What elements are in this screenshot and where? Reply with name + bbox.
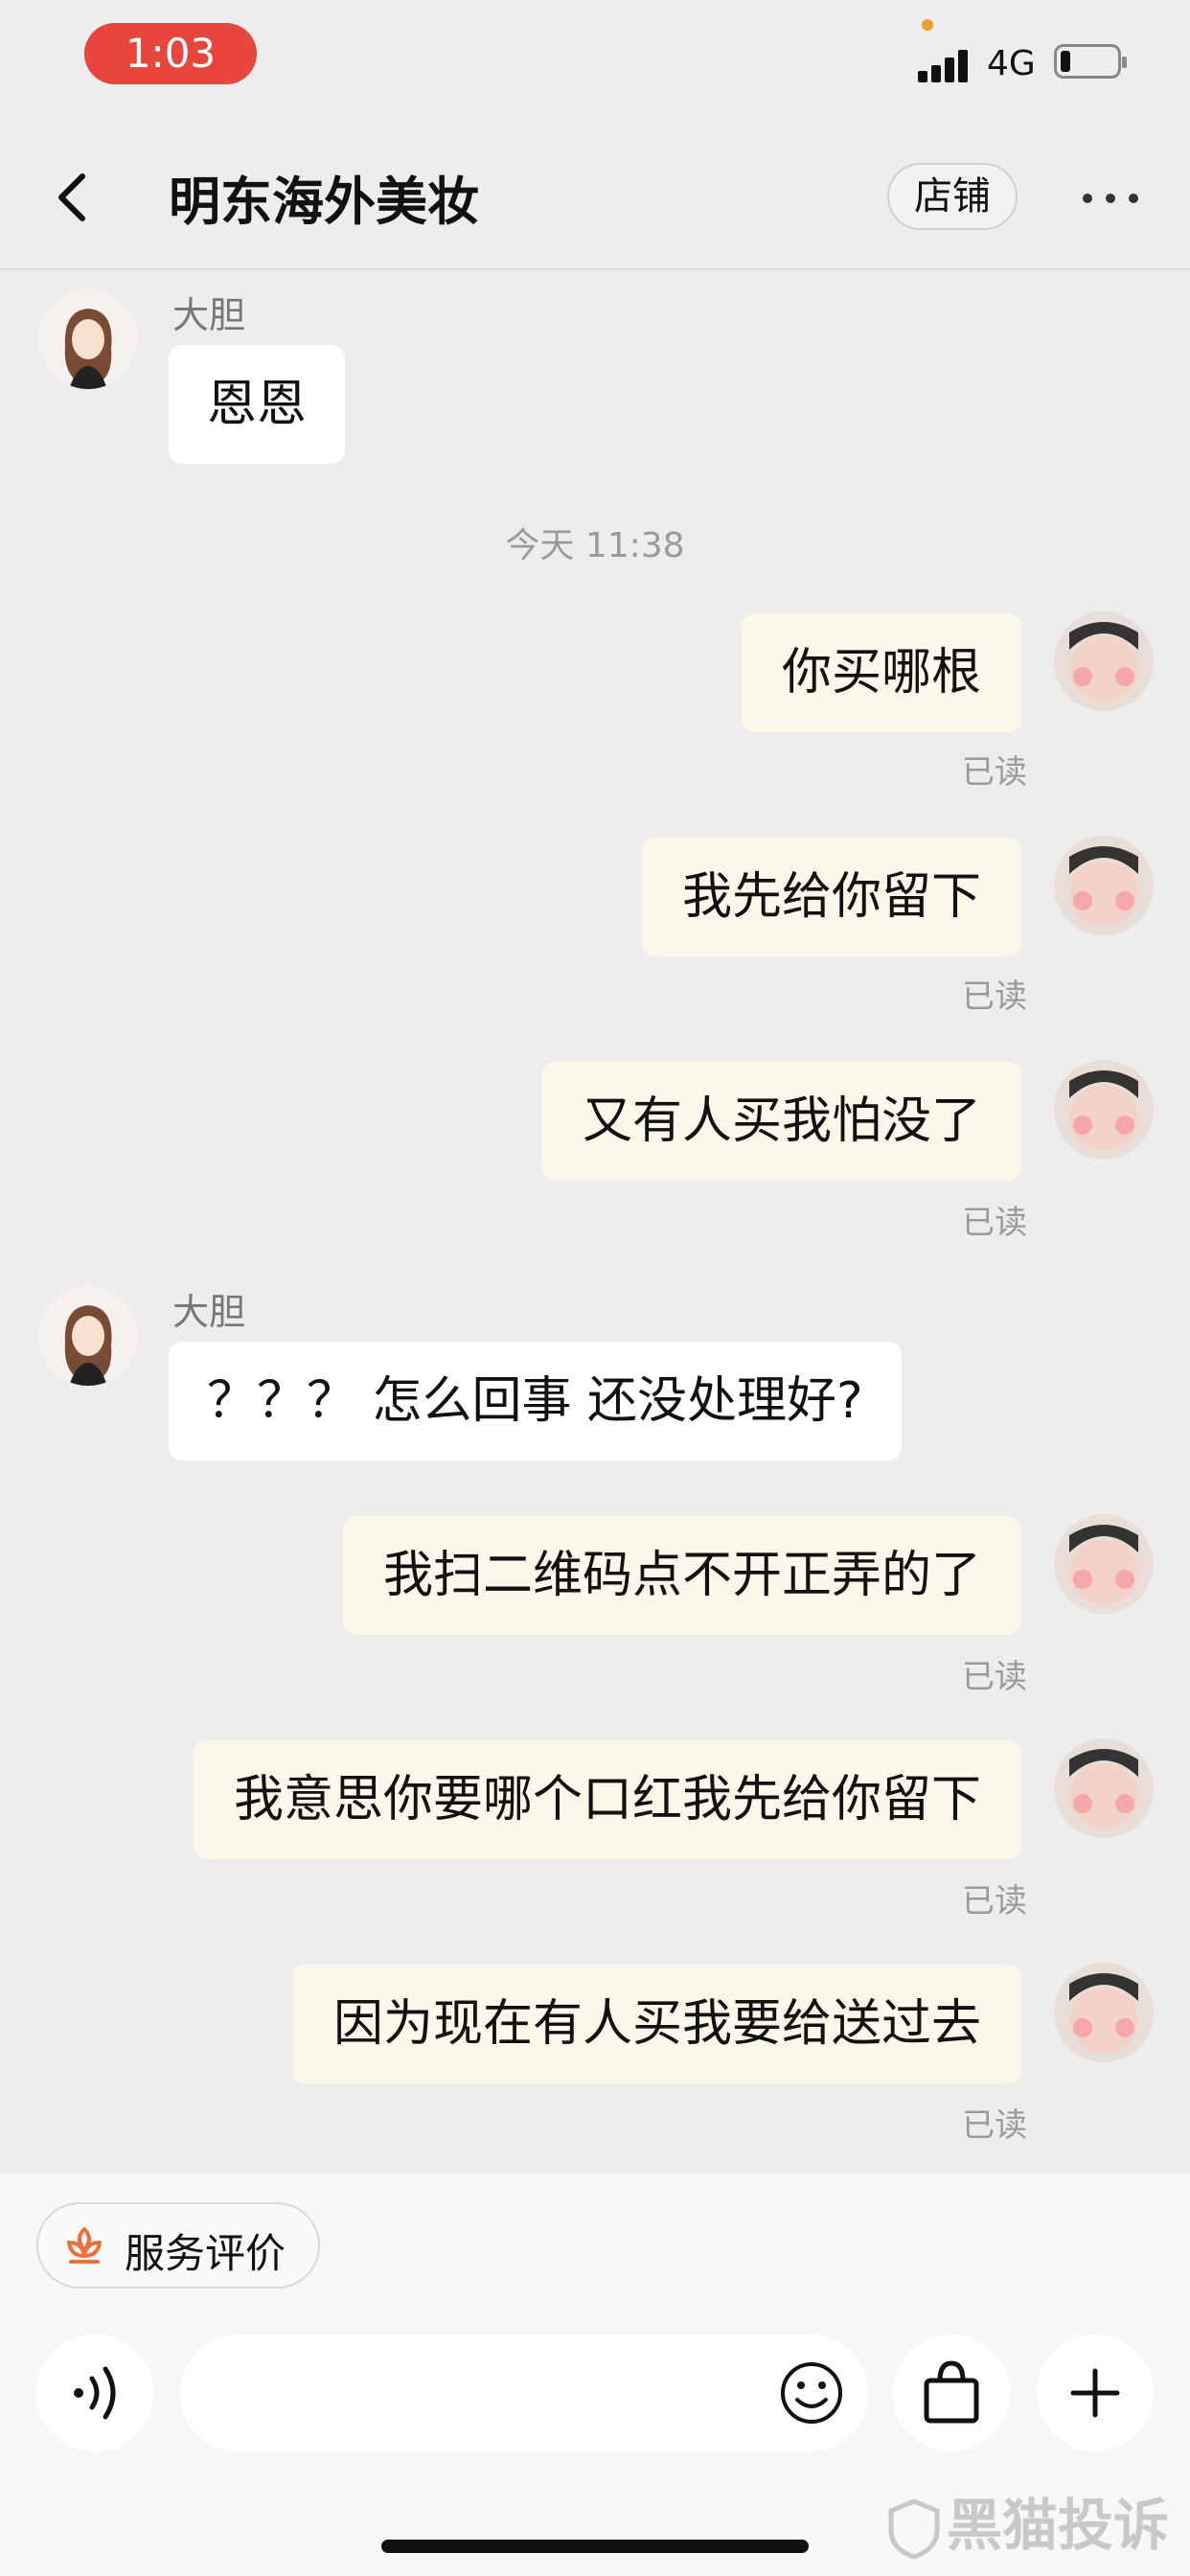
- watermark-shield-icon: [888, 2498, 940, 2559]
- read-status: 已读: [962, 2106, 1027, 2145]
- status-time: 1:03: [84, 23, 257, 84]
- message-bubble-incoming[interactable]: ？？？ 怎么回事 还没处理好?: [169, 1342, 902, 1460]
- message-timestamp: 今天 11:38: [505, 526, 685, 565]
- privacy-indicator-icon: [922, 19, 933, 31]
- user-avatar[interactable]: [1054, 1514, 1154, 1614]
- message-bubble-incoming[interactable]: 恩恩: [169, 345, 346, 464]
- user-avatar[interactable]: [1054, 1060, 1154, 1160]
- battery-icon: [1054, 44, 1127, 79]
- service-rating-label: 服务评价: [125, 2230, 286, 2277]
- message-bubble-outgoing[interactable]: 我意思你要哪个口红我先给你留下: [193, 1740, 1021, 1859]
- user-avatar[interactable]: [1054, 836, 1154, 935]
- shop-button[interactable]: 店铺: [887, 163, 1018, 230]
- back-icon[interactable]: [46, 169, 103, 226]
- watermark: 黑猫投诉: [887, 2480, 1169, 2561]
- home-indicator: [381, 2540, 809, 2553]
- message-bubble-outgoing[interactable]: 因为现在有人买我要给送过去: [292, 1965, 1021, 2083]
- user-avatar[interactable]: [1054, 1738, 1154, 1838]
- nav-bar: 明东海外美妆 店铺: [0, 134, 1190, 270]
- merchant-avatar[interactable]: [38, 1286, 138, 1386]
- user-avatar[interactable]: [1054, 611, 1154, 711]
- bottom-toolbar: 服务评价 黑猫投诉: [0, 2174, 1190, 2576]
- read-status: 已读: [962, 1882, 1027, 1920]
- service-flower-icon: [61, 2223, 107, 2269]
- message-bubble-outgoing[interactable]: 你买哪根: [741, 613, 1021, 732]
- status-bar: 1:03 4G: [0, 0, 1190, 134]
- message-input[interactable]: [180, 2334, 868, 2451]
- watermark-text: 黑猫投诉: [947, 2493, 1170, 2558]
- sender-name: 大胆: [172, 1291, 246, 1333]
- user-avatar[interactable]: [1054, 1963, 1154, 2062]
- shopping-bag-icon[interactable]: [893, 2334, 1010, 2451]
- network-label: 4G: [987, 44, 1036, 83]
- read-status: 已读: [962, 1204, 1027, 1242]
- read-status: 已读: [962, 1658, 1027, 1696]
- plus-icon[interactable]: [1037, 2334, 1154, 2451]
- read-status: 已读: [962, 753, 1027, 792]
- voice-icon[interactable]: [36, 2334, 153, 2451]
- sender-name: 大胆: [172, 294, 246, 336]
- page-title: 明东海外美妆: [169, 172, 479, 232]
- message-bubble-outgoing[interactable]: 我扫二维码点不开正弄的了: [342, 1516, 1021, 1635]
- message-bubble-outgoing[interactable]: 我先给你留下: [641, 838, 1021, 956]
- read-status: 已读: [962, 978, 1027, 1016]
- service-rating-button[interactable]: 服务评价: [36, 2202, 320, 2288]
- signal-icon: [918, 50, 975, 82]
- more-icon[interactable]: [1083, 172, 1150, 220]
- merchant-avatar[interactable]: [38, 289, 138, 389]
- emoji-icon[interactable]: [778, 2359, 845, 2426]
- message-bubble-outgoing[interactable]: 又有人买我怕没了: [541, 1062, 1021, 1181]
